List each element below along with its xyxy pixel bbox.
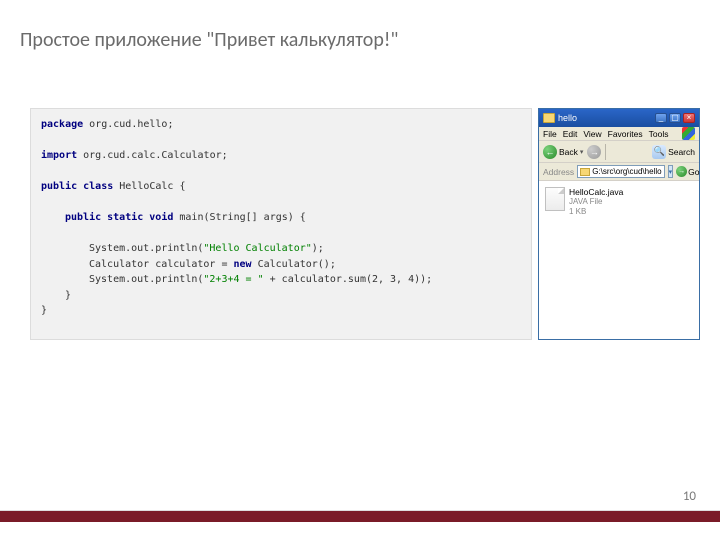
- menu-edit[interactable]: Edit: [563, 129, 578, 139]
- file-icon: [545, 187, 565, 211]
- forward-button[interactable]: →: [587, 145, 601, 159]
- address-bar: Address G:\src\org\cud\hello ▾ → Go: [539, 163, 699, 181]
- menu-file[interactable]: File: [543, 129, 557, 139]
- address-dropdown[interactable]: ▾: [668, 165, 674, 178]
- file-name: HelloCalc.java: [569, 187, 623, 197]
- code-line: public class HelloCalc {: [41, 179, 521, 195]
- code-line: System.out.println("2+3+4 = " + calculat…: [41, 272, 521, 288]
- folder-icon: [580, 168, 590, 176]
- code-line: }: [41, 303, 521, 319]
- menu-favorites[interactable]: Favorites: [608, 129, 643, 139]
- menu-tools[interactable]: Tools: [649, 129, 669, 139]
- page-number: 10: [683, 489, 696, 504]
- footer-bar: [0, 511, 720, 522]
- menu-view[interactable]: View: [583, 129, 601, 139]
- window-title: hello: [558, 113, 652, 123]
- code-line: import org.cud.calc.Calculator;: [41, 148, 521, 164]
- go-button[interactable]: → Go: [676, 166, 699, 177]
- address-input[interactable]: G:\src\org\cud\hello: [577, 165, 664, 178]
- explorer-titlebar[interactable]: hello _ ▢ ×: [539, 109, 699, 127]
- search-icon: 🔍: [652, 145, 666, 159]
- windows-logo-icon: [682, 127, 695, 140]
- code-line: package org.cud.hello;: [41, 117, 521, 133]
- code-line: Calculator calculator = new Calculator()…: [41, 257, 521, 273]
- address-label: Address: [543, 167, 574, 177]
- code-panel: package org.cud.hello; import org.cud.ca…: [30, 108, 532, 340]
- code-line: }: [41, 288, 521, 304]
- explorer-window: hello _ ▢ × File Edit View Favorites Too…: [538, 108, 700, 340]
- slide-title: Простое приложение "Привет калькулятор!": [20, 28, 398, 52]
- search-button[interactable]: 🔍 Search: [652, 145, 695, 159]
- content-row: package org.cud.hello; import org.cud.ca…: [30, 108, 700, 340]
- explorer-toolbar: ← Back ▾ → 🔍 Search: [539, 141, 699, 163]
- code-line: public static void main(String[] args) {: [41, 210, 521, 226]
- minimize-button[interactable]: _: [655, 113, 667, 123]
- file-list[interactable]: HelloCalc.java JAVA File 1 KB: [539, 181, 699, 339]
- code-line: System.out.println("Hello Calculator");: [41, 241, 521, 257]
- maximize-button[interactable]: ▢: [669, 113, 681, 123]
- file-type: JAVA File: [569, 197, 623, 207]
- go-icon: →: [676, 166, 687, 177]
- close-button[interactable]: ×: [683, 113, 695, 123]
- explorer-menubar[interactable]: File Edit View Favorites Tools: [539, 127, 699, 141]
- file-item[interactable]: HelloCalc.java JAVA File 1 KB: [545, 187, 693, 217]
- back-icon: ←: [543, 145, 557, 159]
- back-button[interactable]: ← Back ▾: [543, 145, 583, 159]
- file-size: 1 KB: [569, 207, 623, 217]
- folder-icon: [543, 113, 555, 123]
